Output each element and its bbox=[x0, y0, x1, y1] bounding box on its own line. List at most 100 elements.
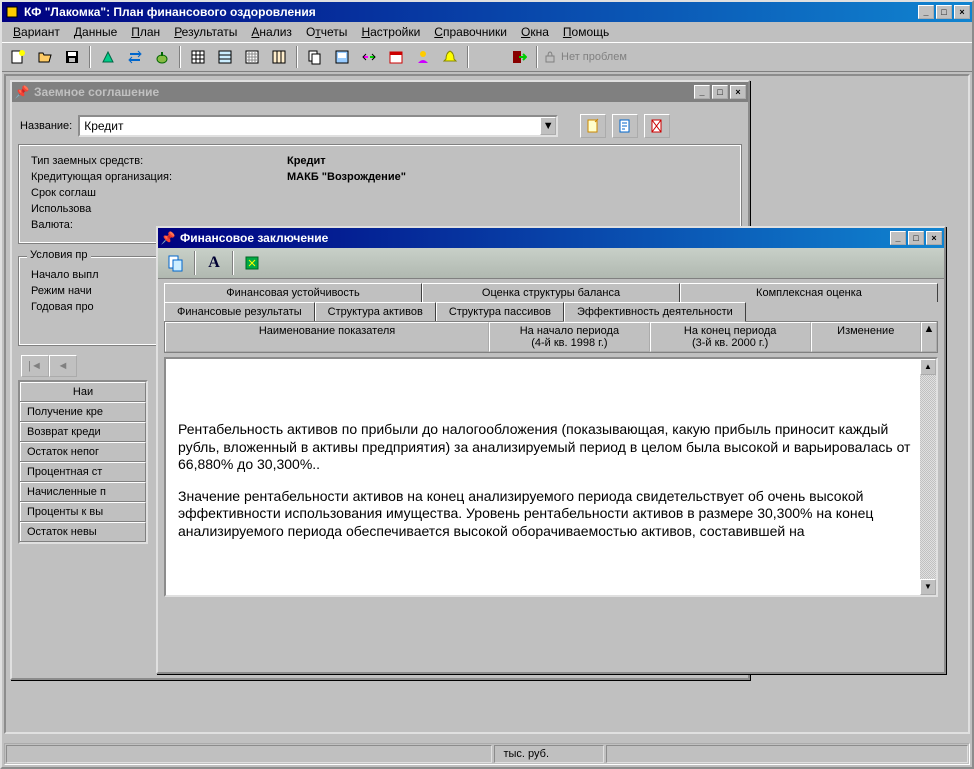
new-icon[interactable] bbox=[6, 45, 30, 69]
col-end[interactable]: На конец периода (3-й кв. 2000 г.) bbox=[650, 322, 811, 352]
menu-variant[interactable]: Вариант bbox=[6, 24, 67, 40]
dt-row-6[interactable]: Остаток невы bbox=[20, 522, 146, 541]
tab-fin-results[interactable]: Финансовые результаты bbox=[164, 302, 315, 321]
status-text: Нет проблем bbox=[561, 51, 627, 63]
dropdown-icon[interactable]: ▼ bbox=[540, 117, 556, 135]
cond-row-2: Годовая про bbox=[31, 301, 94, 313]
calendar-icon[interactable] bbox=[384, 45, 408, 69]
font-a-icon[interactable]: A bbox=[202, 251, 226, 275]
loan-close-button[interactable]: × bbox=[730, 85, 746, 99]
org-label: Кредитующая организация: bbox=[31, 171, 281, 183]
name-input[interactable] bbox=[80, 117, 540, 135]
wizard-icon[interactable] bbox=[96, 45, 120, 69]
tab-liab-struct[interactable]: Структура пассивов bbox=[436, 302, 564, 321]
name-label: Название: bbox=[20, 120, 72, 132]
menu-windows[interactable]: Окна bbox=[514, 24, 556, 40]
report-paragraph-2: Значение рентабельности активов на конец… bbox=[178, 488, 924, 541]
new-doc-icon[interactable] bbox=[580, 114, 606, 138]
minimize-button[interactable]: _ bbox=[918, 5, 934, 19]
org-value: МАКБ "Возрождение" bbox=[287, 171, 406, 183]
loan-titlebar[interactable]: 📌 Заемное соглашение _ □ × bbox=[12, 82, 748, 102]
tab-complex[interactable]: Комплексная оценка bbox=[680, 283, 938, 302]
menu-results[interactable]: Результаты bbox=[167, 24, 244, 40]
cond-row-1: Режим начи bbox=[31, 285, 92, 297]
dt-row-0[interactable]: Получение кре bbox=[20, 402, 146, 421]
fin-title: Финансовое заключение bbox=[180, 231, 890, 245]
nav-prev[interactable]: ◄ bbox=[49, 355, 77, 377]
dt-row-3[interactable]: Процентная ст bbox=[20, 462, 146, 481]
type-value: Кредит bbox=[287, 155, 326, 167]
fin-maximize-button[interactable]: □ bbox=[908, 231, 924, 245]
app-icon bbox=[4, 4, 20, 20]
pin-icon: 📌 bbox=[14, 84, 30, 100]
report-text-pane[interactable]: Рентабельность активов по прибыли до нал… bbox=[164, 357, 938, 597]
menu-analysis[interactable]: Анализ bbox=[244, 24, 299, 40]
money-icon[interactable] bbox=[150, 45, 174, 69]
open-icon[interactable] bbox=[33, 45, 57, 69]
menu-settings[interactable]: Настройки bbox=[354, 24, 427, 40]
grid1-icon[interactable] bbox=[186, 45, 210, 69]
type-label: Тип заемных средств: bbox=[31, 155, 281, 167]
dt-row-1[interactable]: Возврат креди bbox=[20, 422, 146, 441]
pin-icon: 📌 bbox=[160, 230, 176, 246]
exchange-icon[interactable] bbox=[123, 45, 147, 69]
vertical-scrollbar[interactable]: ▲ ▼ bbox=[920, 359, 936, 595]
bell-icon[interactable] bbox=[438, 45, 462, 69]
main-menubar: Вариант Данные План Результаты Анализ От… bbox=[2, 22, 972, 42]
dt-header: Наи bbox=[20, 382, 146, 401]
export-icon[interactable] bbox=[240, 251, 264, 275]
name-combo[interactable]: ▼ bbox=[78, 115, 558, 137]
finance-window: 📌 Финансовое заключение _ □ × A Финансов… bbox=[156, 226, 946, 674]
statusbar: тыс. руб. bbox=[4, 743, 970, 765]
menu-data[interactable]: Данные bbox=[67, 24, 124, 40]
save-icon[interactable] bbox=[60, 45, 84, 69]
scroll-down-icon[interactable]: ▼ bbox=[920, 579, 936, 595]
col-change[interactable]: Изменение bbox=[811, 322, 921, 352]
col-start[interactable]: На начало периода (4-й кв. 1998 г.) bbox=[489, 322, 650, 352]
loan-minimize-button[interactable]: _ bbox=[694, 85, 710, 99]
menu-plan[interactable]: План bbox=[124, 24, 167, 40]
tab-fin-stability[interactable]: Финансовая устойчивость bbox=[164, 283, 422, 302]
loan-title: Заемное соглашение bbox=[34, 85, 694, 99]
conditions-group-title: Условия пр bbox=[27, 249, 91, 261]
del-doc-icon[interactable] bbox=[644, 114, 670, 138]
transfer-icon[interactable] bbox=[357, 45, 381, 69]
maximize-button[interactable]: □ bbox=[936, 5, 952, 19]
main-window: КФ "Лакомка": План финансового оздоровле… bbox=[0, 0, 974, 769]
exit-icon[interactable] bbox=[507, 45, 531, 69]
edit-doc-icon[interactable] bbox=[612, 114, 638, 138]
preview-icon[interactable] bbox=[330, 45, 354, 69]
tab-balance-struct[interactable]: Оценка структуры баланса bbox=[422, 283, 680, 302]
scroll-up-btn[interactable]: ▲ bbox=[921, 322, 937, 352]
tab-assets-struct[interactable]: Структура активов bbox=[315, 302, 436, 321]
menu-help[interactable]: Помощь bbox=[556, 24, 616, 40]
grid2-icon[interactable] bbox=[213, 45, 237, 69]
fin-minimize-button[interactable]: _ bbox=[890, 231, 906, 245]
tab-efficiency[interactable]: Эффективность деятельности bbox=[564, 302, 746, 322]
user-icon[interactable] bbox=[411, 45, 435, 69]
scroll-track[interactable] bbox=[920, 375, 936, 579]
grid3-icon[interactable] bbox=[240, 45, 264, 69]
menu-reports[interactable]: Отчеты bbox=[299, 24, 355, 40]
grid4-icon[interactable] bbox=[267, 45, 291, 69]
copy-to-clip-icon[interactable] bbox=[164, 251, 188, 275]
nav-first[interactable]: |◄ bbox=[21, 355, 49, 377]
scroll-up-icon[interactable]: ▲ bbox=[920, 359, 936, 375]
use-label: Использова bbox=[31, 203, 91, 215]
term-label: Срок соглаш bbox=[31, 187, 96, 199]
copy-icon[interactable] bbox=[303, 45, 327, 69]
dt-row-5[interactable]: Проценты к вы bbox=[20, 502, 146, 521]
main-titlebar[interactable]: КФ "Лакомка": План финансового оздоровле… bbox=[2, 2, 972, 22]
status-cell-empty bbox=[6, 745, 492, 763]
report-paragraph-1: Рентабельность активов по прибыли до нал… bbox=[178, 421, 924, 474]
dt-row-2[interactable]: Остаток непог bbox=[20, 442, 146, 461]
loan-maximize-button[interactable]: □ bbox=[712, 85, 728, 99]
lock-icon bbox=[543, 50, 557, 64]
fin-close-button[interactable]: × bbox=[926, 231, 942, 245]
menu-reference[interactable]: Справочники bbox=[427, 24, 514, 40]
dt-row-4[interactable]: Начисленные п bbox=[20, 482, 146, 501]
main-title: КФ "Лакомка": План финансового оздоровле… bbox=[24, 5, 918, 19]
fin-titlebar[interactable]: 📌 Финансовое заключение _ □ × bbox=[158, 228, 944, 248]
col-name[interactable]: Наименование показателя bbox=[165, 322, 489, 352]
close-button[interactable]: × bbox=[954, 5, 970, 19]
